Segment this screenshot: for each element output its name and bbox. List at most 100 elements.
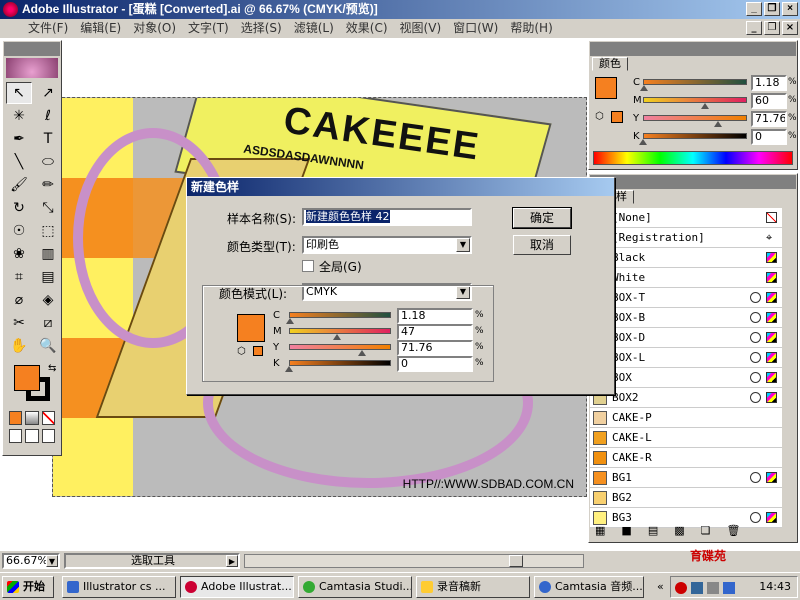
toolbox-grip[interactable] — [4, 42, 60, 56]
dialog-channel-thumb[interactable] — [286, 318, 295, 324]
swatch-row[interactable]: BOX-T — [590, 288, 782, 308]
color-channel-input[interactable]: 60 — [751, 93, 787, 109]
swatch-row[interactable]: CAKE-P — [590, 408, 782, 428]
minimize-button[interactable]: _ — [746, 2, 762, 16]
dialog-channel-slider[interactable] — [289, 344, 391, 350]
swatch-row[interactable]: CAKE-L — [590, 428, 782, 448]
menu-type[interactable]: 文字(T) — [182, 19, 235, 38]
dialog-channel-input[interactable]: 1.18 — [397, 308, 473, 324]
swatch-row[interactable]: White — [590, 268, 782, 288]
color-channel-input[interactable]: 0 — [751, 129, 787, 145]
dialog-channel-thumb[interactable] — [332, 334, 341, 340]
screen-mode-menu-button[interactable] — [25, 429, 39, 443]
blend-tool-icon[interactable]: ◈ — [35, 289, 61, 311]
color-channel-thumb[interactable] — [639, 139, 647, 145]
color-channel-thumb[interactable] — [701, 103, 710, 109]
ellipse-tool-icon[interactable]: ⬭ — [35, 151, 61, 173]
show-all-swatches-icon[interactable]: ▦ — [595, 524, 605, 540]
menu-window[interactable]: 窗口(W) — [447, 19, 504, 38]
swatch-row[interactable]: Black — [590, 248, 782, 268]
menu-object[interactable]: 对象(O) — [127, 19, 182, 38]
dialog-channel-slider[interactable] — [289, 360, 391, 366]
mesh-tool-icon[interactable]: ⌗ — [6, 266, 32, 288]
ok-button[interactable]: 确定 — [512, 207, 572, 229]
status-tool-select[interactable]: 选取工具 ▶ — [64, 553, 240, 569]
show-pattern-swatches-icon[interactable]: ▩ — [674, 524, 684, 540]
tray-record-icon[interactable] — [675, 582, 687, 594]
swatch-row[interactable]: [None] — [590, 208, 782, 228]
column-graph-tool-icon[interactable]: ▥ — [35, 243, 61, 265]
fill-color-swatch[interactable] — [14, 365, 40, 391]
task-recording-draft[interactable]: 录音稿新 — [416, 576, 530, 598]
cancel-button[interactable]: 取消 — [513, 235, 571, 255]
hand-tool-icon[interactable]: ✋ — [6, 335, 32, 357]
warp-tool-icon[interactable]: ☉ — [6, 220, 32, 242]
zoom-tool-icon[interactable]: 🔍 — [35, 335, 61, 357]
color-channel-thumb[interactable] — [713, 121, 722, 127]
color-channel-slider[interactable] — [643, 97, 747, 103]
tray-ime-icon[interactable] — [723, 582, 735, 594]
panel-process-swatch[interactable] — [611, 111, 623, 123]
tray-expand-icon[interactable]: « — [657, 577, 664, 597]
zoom-select[interactable]: 66.67% ▼ — [2, 553, 60, 569]
color-channel-input[interactable]: 1.18 — [751, 75, 787, 91]
doc-close-button[interactable]: × — [782, 21, 798, 35]
swatch-row[interactable]: BOX-B — [590, 308, 782, 328]
swatch-row[interactable]: BOX-L — [590, 348, 782, 368]
type-tool-icon[interactable]: T — [35, 128, 61, 150]
color-channel-slider[interactable] — [643, 133, 747, 139]
dialog-channel-slider[interactable] — [289, 312, 391, 318]
color-channel-input[interactable]: 71.76 — [751, 111, 787, 127]
magic-wand-tool-icon[interactable]: ✳ — [6, 105, 32, 127]
swatch-row[interactable]: [Registration] ⌖ — [590, 228, 782, 248]
swatch-row[interactable]: BOX-D — [590, 328, 782, 348]
horizontal-scrollbar[interactable] — [244, 554, 584, 568]
new-swatch-icon[interactable]: ❏ — [701, 524, 711, 540]
pencil-tool-icon[interactable]: ✏ — [35, 174, 61, 196]
show-color-swatches-icon[interactable]: ■ — [621, 524, 631, 540]
swatch-row[interactable]: BG1 — [590, 468, 782, 488]
scale-tool-icon[interactable]: ⤡ — [35, 197, 61, 219]
start-button[interactable]: 开始 — [2, 576, 54, 598]
panel-fill-swatch[interactable] — [595, 77, 617, 99]
direct-select-tool-icon[interactable]: ↗ — [35, 82, 61, 104]
slice-tool-icon[interactable]: ⧄ — [35, 312, 61, 334]
dialog-channel-thumb[interactable] — [285, 366, 293, 372]
global-checkbox[interactable] — [302, 260, 314, 272]
task-camtasia-audio[interactable]: Camtasia 音频... — [534, 576, 644, 598]
task-camtasia-studio[interactable]: Camtasia Studi... — [298, 576, 412, 598]
color-spectrum-bar[interactable] — [593, 151, 793, 165]
free-transform-tool-icon[interactable]: ⬚ — [35, 220, 61, 242]
menu-effect[interactable]: 效果(C) — [340, 19, 394, 38]
screen-mode-full-button[interactable] — [41, 429, 55, 443]
swatch-name-input[interactable]: 新建颜色色样 42 — [302, 208, 472, 226]
menu-help[interactable]: 帮助(H) — [504, 19, 558, 38]
task-illustrator-cs[interactable]: Illustrator cs ... — [62, 576, 176, 598]
doc-restore-button[interactable]: ❐ — [764, 21, 780, 35]
scrollbar-thumb[interactable] — [509, 555, 523, 567]
pen-tool-icon[interactable]: ✒ — [6, 128, 32, 150]
color-channel-thumb[interactable] — [640, 85, 649, 91]
tray-volume-icon[interactable] — [707, 582, 719, 594]
color-type-select[interactable]: 印刷色 ▼ — [302, 236, 472, 254]
tray-network-icon[interactable] — [691, 582, 703, 594]
rotate-tool-icon[interactable]: ↻ — [6, 197, 32, 219]
task-adobe-illustrator[interactable]: Adobe Illustrat... — [180, 576, 294, 598]
menu-filter[interactable]: 滤镜(L) — [288, 19, 340, 38]
brush-tool-icon[interactable]: 🖌 — [6, 174, 32, 196]
symbol-sprayer-tool-icon[interactable]: ❀ — [6, 243, 32, 265]
none-mode-button[interactable] — [41, 411, 55, 425]
gradient-mode-button[interactable] — [25, 411, 39, 425]
menu-edit[interactable]: 编辑(E) — [74, 19, 127, 38]
menu-view[interactable]: 视图(V) — [394, 19, 448, 38]
dialog-channel-input[interactable]: 71.76 — [397, 340, 473, 356]
restore-button[interactable]: ❐ — [764, 2, 780, 16]
color-panel-grip[interactable] — [590, 42, 796, 56]
gradient-tool-icon[interactable]: ▤ — [35, 266, 61, 288]
dialog-channel-input[interactable]: 0 — [397, 356, 473, 372]
close-button[interactable]: × — [782, 2, 798, 16]
swatch-row[interactable]: BG2 — [590, 488, 782, 508]
scissors-tool-icon[interactable]: ✂ — [6, 312, 32, 334]
menu-file[interactable]: 文件(F) — [22, 19, 74, 38]
lasso-tool-icon[interactable]: ℓ — [35, 105, 61, 127]
